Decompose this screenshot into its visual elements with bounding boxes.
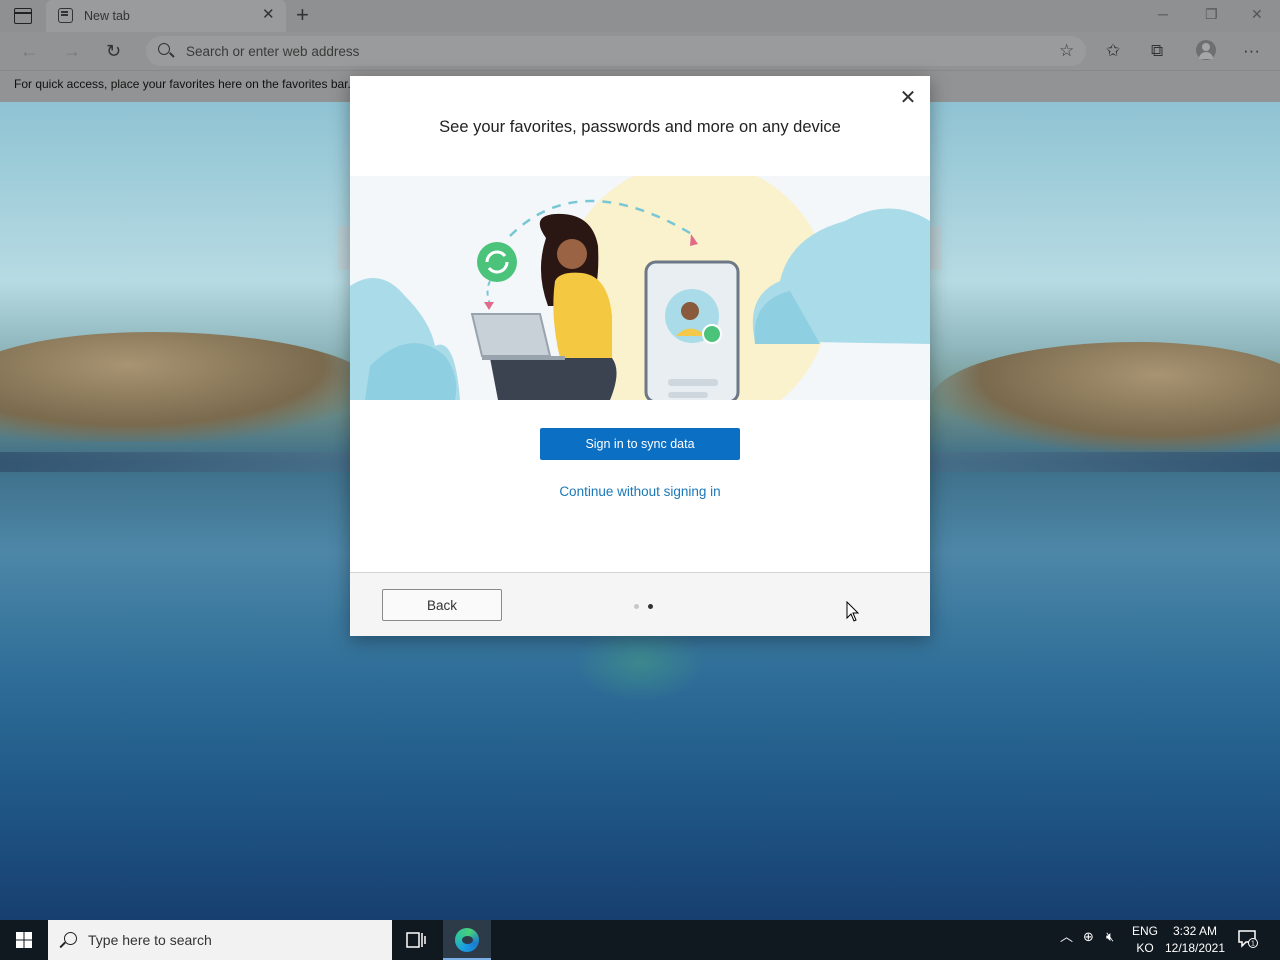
clock-time: 3:32 AM xyxy=(1172,924,1218,938)
more-icon[interactable]: ··· xyxy=(1243,41,1260,61)
taskbar-search-box[interactable]: Type here to search xyxy=(48,920,392,960)
collections-icon[interactable]: ⧉ xyxy=(1151,41,1163,61)
sync-illustration-image xyxy=(350,176,930,400)
notification-icon[interactable]: 1 xyxy=(1238,930,1258,948)
refresh-icon[interactable]: ↻ xyxy=(106,41,121,61)
profile-icon[interactable] xyxy=(1196,40,1216,60)
language-top: ENG xyxy=(1131,924,1158,938)
favorites-icon[interactable]: ✩ xyxy=(1106,41,1120,61)
sync-illustration xyxy=(350,176,930,400)
tab-title: New tab xyxy=(84,9,130,23)
restore-icon[interactable]: ❐ xyxy=(1205,6,1218,23)
address-bar[interactable] xyxy=(146,36,1086,66)
search-icon xyxy=(158,43,170,55)
page-dot-1 xyxy=(634,604,639,609)
forward-arrow-icon[interactable]: → xyxy=(63,41,81,61)
wallpaper-hill-right xyxy=(930,342,1280,452)
language-indicator[interactable]: ENG KO xyxy=(1130,923,1160,957)
ghost-panel-right xyxy=(930,226,942,270)
mouse-cursor-icon xyxy=(846,601,860,622)
language-bottom: KO xyxy=(1136,941,1154,955)
continue-without-signing-in-link[interactable]: Continue without signing in xyxy=(350,484,930,499)
window-close-icon[interactable]: ✕ xyxy=(1251,6,1263,23)
address-input[interactable] xyxy=(186,42,1006,60)
tab-new-tab[interactable]: New tab ✕ xyxy=(46,0,286,32)
chevron-up-icon[interactable]: ︿ xyxy=(1060,929,1073,945)
sign-in-sync-button[interactable]: Sign in to sync data xyxy=(540,428,740,460)
windows-logo-icon xyxy=(16,932,32,948)
page-dot-2-active xyxy=(648,604,653,609)
tab-actions-icon[interactable] xyxy=(14,8,32,24)
minimize-icon[interactable]: ─ xyxy=(1158,6,1168,22)
tab-favicon-icon xyxy=(58,8,73,23)
add-favorite-icon[interactable]: ☆ xyxy=(1059,41,1074,61)
sync-dialog: ✕ See your favorites, passwords and more… xyxy=(350,76,930,636)
volume-muted-icon[interactable]: 🔇︎ xyxy=(1106,929,1114,945)
favorites-bar-hint: For quick access, place your favorites h… xyxy=(14,77,351,91)
task-view-icon[interactable] xyxy=(404,930,428,950)
wallpaper-hill-left xyxy=(0,332,380,442)
network-icon[interactable]: ⊕ xyxy=(1083,929,1094,945)
notification-count: 1 xyxy=(1251,941,1255,948)
taskbar-edge-button[interactable] xyxy=(443,920,491,960)
close-icon[interactable]: ✕ xyxy=(262,7,275,23)
plus-icon[interactable]: + xyxy=(296,4,309,26)
dialog-title: See your favorites, passwords and more o… xyxy=(439,118,841,136)
dialog-footer: Back xyxy=(350,572,930,636)
taskbar-clock[interactable]: 3:32 AM 12/18/2021 xyxy=(1160,923,1230,957)
back-button[interactable]: Back xyxy=(382,589,502,621)
search-icon xyxy=(64,932,77,945)
close-icon[interactable]: ✕ xyxy=(898,88,918,108)
back-arrow-icon[interactable]: ← xyxy=(20,41,38,61)
edge-icon xyxy=(455,928,479,952)
clock-date: 12/18/2021 xyxy=(1164,941,1226,955)
taskbar-search-placeholder: Type here to search xyxy=(88,932,212,948)
ghost-panel-left xyxy=(338,226,350,270)
